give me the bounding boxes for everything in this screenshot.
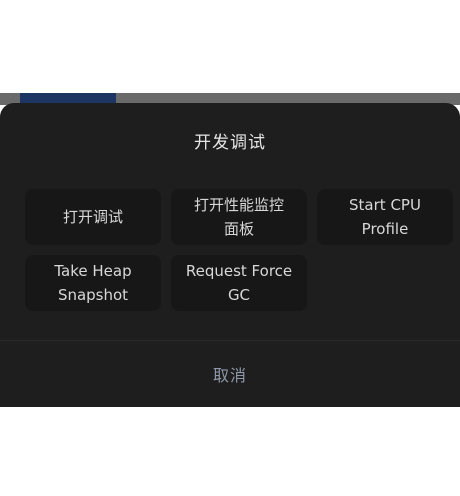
debug-action-sheet: 开发调试 打开调试 打开性能监控 面板 Start CPU Profile Ta… (0, 103, 460, 407)
start-cpu-profile-button[interactable]: Start CPU Profile (317, 189, 453, 245)
request-force-gc-button[interactable]: Request Force GC (171, 255, 307, 311)
open-debug-button[interactable]: 打开调试 (25, 189, 161, 245)
take-heap-snapshot-button[interactable]: Take Heap Snapshot (25, 255, 161, 311)
open-performance-monitor-button[interactable]: 打开性能监控 面板 (171, 189, 307, 245)
sheet-title: 开发调试 (194, 133, 266, 153)
cancel-button[interactable]: 取消 (0, 341, 460, 407)
screen: 开发调试 打开调试 打开性能监控 面板 Start CPU Profile Ta… (0, 0, 460, 496)
